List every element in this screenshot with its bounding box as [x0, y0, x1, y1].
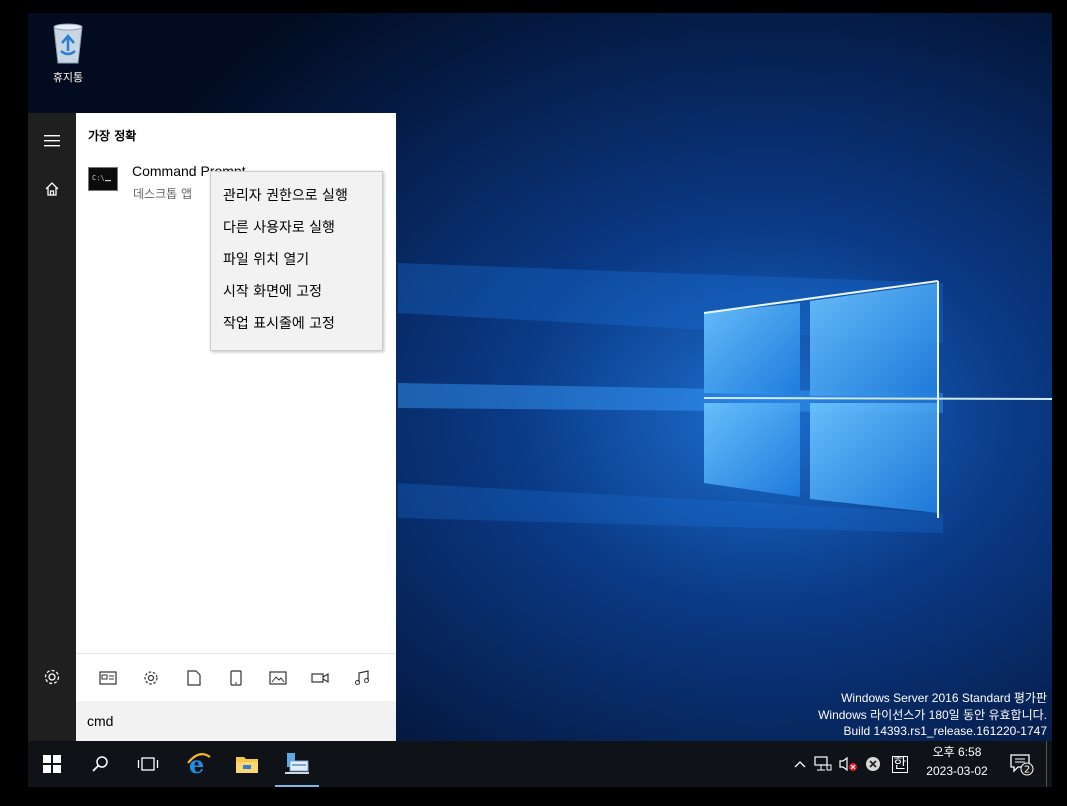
recycle-bin-label: 휴지통: [52, 71, 84, 84]
hamburger-menu-button[interactable]: [28, 117, 76, 165]
taskbar: e 한 오후 6:58 2023-03-02 2: [28, 741, 1052, 787]
clock-date: 2023-03-02: [926, 764, 988, 778]
recycle-bin[interactable]: 휴지통: [38, 21, 98, 85]
search-button[interactable]: [76, 741, 124, 787]
volume-button[interactable]: [836, 741, 860, 787]
internet-explorer-button[interactable]: e: [175, 741, 223, 787]
filter-photos-button[interactable]: [266, 666, 290, 690]
context-menu: 관리자 권한으로 실행 다른 사용자로 실행 파일 위치 열기 시작 화면에 고…: [210, 171, 383, 351]
internet-explorer-icon: e: [187, 751, 211, 777]
network-error-button[interactable]: [862, 741, 884, 787]
result-subtitle: 데스크톱 앱: [133, 187, 193, 201]
network-button[interactable]: [812, 741, 834, 787]
ime-indicator[interactable]: 한: [888, 741, 912, 787]
watermark-line3: Build 14393.rs1_release.161220-1747: [843, 724, 1048, 738]
chevron-up-icon: [794, 761, 806, 768]
home-icon: [45, 182, 59, 196]
music-icon: [355, 670, 369, 685]
error-icon: [866, 757, 880, 771]
file-explorer-button[interactable]: [223, 741, 271, 787]
recycle-bin-icon: [48, 21, 88, 65]
watermark-line2: Windows 라이선스가 180일 동안 유효합니다.: [818, 707, 1047, 722]
cmd-icon: C:\: [88, 167, 118, 191]
search-filter-bar: [76, 653, 396, 702]
svg-text:C:\: C:\: [92, 174, 105, 182]
best-match-heading: 가장 정확: [88, 129, 137, 143]
notification-count: 2: [1024, 765, 1030, 776]
clock-time: 오후 6:58: [932, 745, 982, 759]
menu-item-open-file-location[interactable]: 파일 위치 열기: [223, 249, 309, 269]
watermark-line1: Windows Server 2016 Standard 평가판: [841, 691, 1047, 705]
network-icon: [814, 756, 832, 771]
filter-apps-button[interactable]: [96, 666, 120, 690]
filter-documents-button[interactable]: [182, 666, 206, 690]
menu-item-pin-to-start[interactable]: 시작 화면에 고정: [223, 281, 322, 301]
volume-muted-icon: [839, 756, 857, 772]
file-explorer-icon: [236, 757, 258, 773]
apps-icon: [99, 671, 117, 685]
evaluation-watermark: Windows Server 2016 Standard 평가판 Windows…: [818, 690, 1047, 740]
filter-settings-button[interactable]: [139, 666, 163, 690]
start-icon: [43, 755, 61, 773]
menu-item-run-as-admin[interactable]: 관리자 권한으로 실행: [223, 185, 348, 205]
desktop-screen: 휴지통 Windows Server 2016 Standard 평가판 Win…: [28, 13, 1052, 787]
menu-item-pin-to-taskbar[interactable]: 작업 표시줄에 고정: [223, 313, 335, 333]
filter-videos-button[interactable]: [308, 666, 332, 690]
videos-icon: [311, 672, 329, 684]
search-icon: [92, 756, 108, 772]
show-hidden-icons-button[interactable]: [790, 741, 810, 787]
home-button[interactable]: [28, 165, 76, 213]
start-menu-rail: [28, 113, 76, 741]
filter-device-button[interactable]: [224, 666, 248, 690]
documents-icon: [187, 670, 201, 686]
settings-button[interactable]: [28, 653, 76, 701]
settings-icon: [144, 671, 158, 685]
start-search-box[interactable]: [76, 701, 396, 741]
server-manager-button[interactable]: [273, 741, 321, 787]
action-center-button[interactable]: 2: [1004, 741, 1038, 787]
ime-label: 한: [891, 755, 909, 773]
start-button[interactable]: [28, 741, 76, 787]
task-view-button[interactable]: [124, 741, 172, 787]
hamburger-icon: [44, 135, 60, 147]
notification-icon: 2: [1010, 754, 1034, 776]
search-input[interactable]: [87, 711, 377, 731]
show-desktop-button[interactable]: [1046, 741, 1047, 787]
device-icon: [230, 670, 242, 686]
task-view-icon: [137, 757, 159, 771]
menu-item-run-as-other-user[interactable]: 다른 사용자로 실행: [223, 217, 335, 237]
clock[interactable]: 오후 6:58 2023-03-02: [914, 743, 1000, 781]
server-manager-icon: [285, 753, 309, 774]
filter-music-button[interactable]: [350, 666, 374, 690]
settings-icon: [44, 669, 60, 685]
photos-icon: [269, 671, 287, 685]
